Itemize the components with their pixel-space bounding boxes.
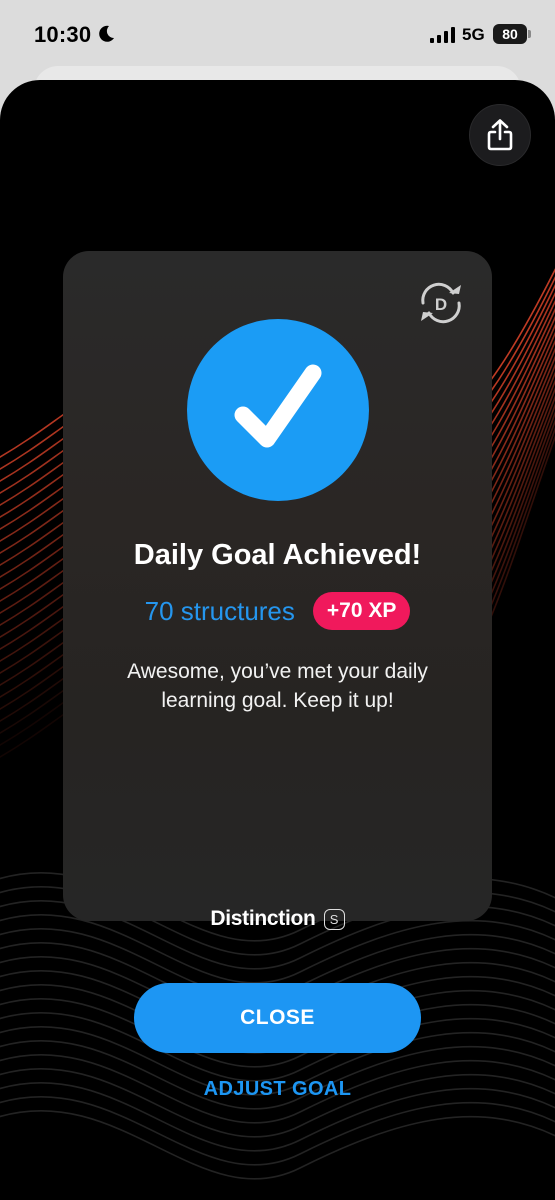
- brand-badge: S: [323, 908, 345, 930]
- share-icon: [487, 119, 513, 151]
- wave-line: [0, 709, 71, 758]
- checkmark-icon: [234, 364, 322, 448]
- network-label: 5G: [462, 25, 485, 44]
- battery-level: 80: [502, 26, 518, 42]
- wave-line: [0, 697, 71, 746]
- goal-card: D Daily Goal Achieved! 70 structures +70…: [63, 251, 492, 930]
- battery-cap: [528, 30, 531, 38]
- refresh-icon[interactable]: D: [415, 281, 467, 325]
- wave-line: [0, 685, 71, 734]
- status-time: 10:30: [34, 22, 92, 47]
- structures-count: 70 structures: [144, 595, 295, 626]
- card-title: Daily Goal Achieved!: [133, 539, 422, 571]
- success-badge: [187, 319, 369, 501]
- stats-row: 70 structures +70 XP: [63, 591, 492, 631]
- adjust-goal-link[interactable]: ADJUST GOAL: [0, 1078, 555, 1101]
- close-button[interactable]: CLOSE: [134, 983, 421, 1053]
- xp-badge: +70 XP: [312, 592, 411, 630]
- battery-icon: 80: [493, 24, 527, 44]
- moon-icon: [99, 25, 114, 42]
- status-bar: 10:30 5G 80: [0, 0, 555, 70]
- share-button[interactable]: [469, 104, 531, 166]
- svg-text:D: D: [435, 295, 447, 314]
- brand-name: Distinction: [210, 907, 316, 930]
- goal-sheet: D Daily Goal Achieved! 70 structures +70…: [0, 80, 555, 1200]
- signal-icon: [430, 27, 455, 43]
- card-message: Awesome, you’ve met your daily learning …: [127, 660, 428, 712]
- brand-row: Distinction S: [63, 907, 492, 931]
